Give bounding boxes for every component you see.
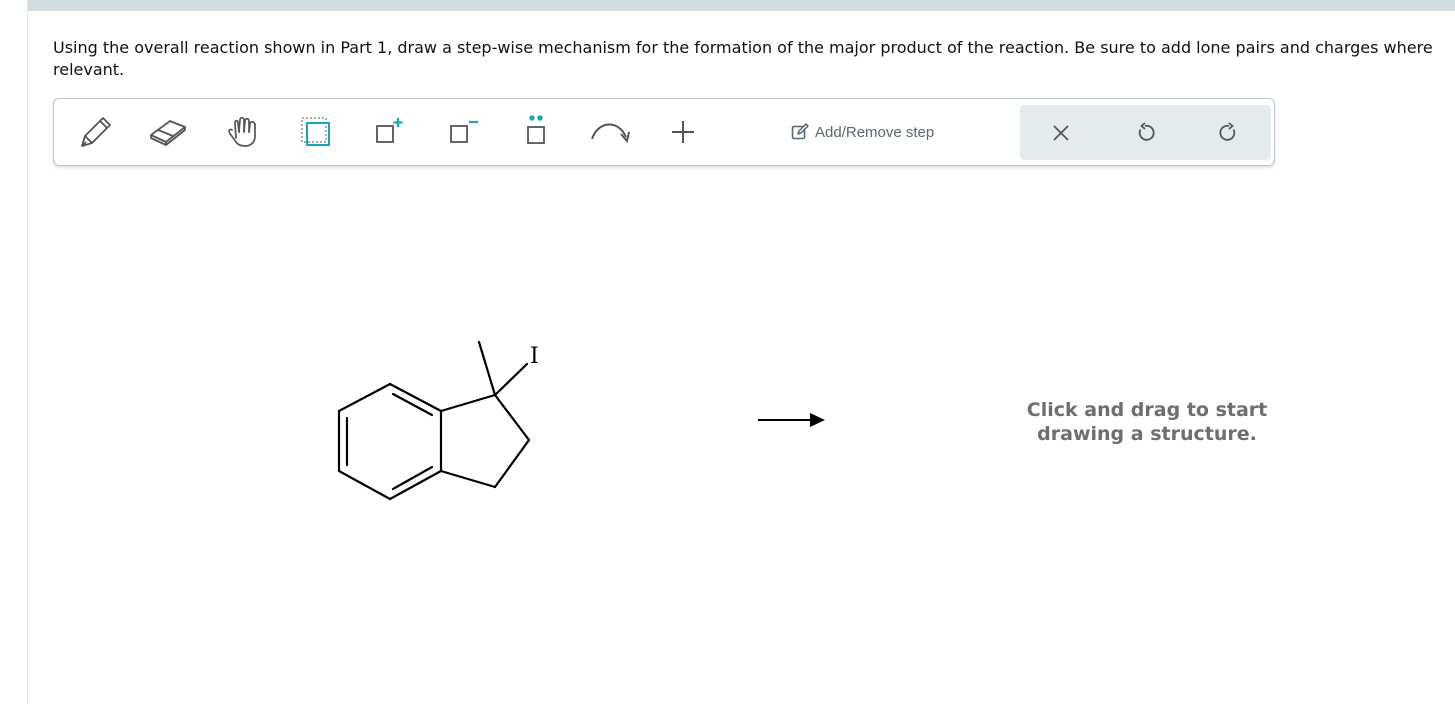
methyl-bond	[477, 340, 497, 397]
iodine-bond	[493, 362, 529, 397]
bond	[493, 438, 531, 489]
drawing-canvas[interactable]: I	[0, 0, 1455, 704]
reactant-structure	[337, 340, 531, 501]
bond	[337, 469, 392, 501]
bond	[493, 393, 531, 442]
canvas-hint: Click and drag to start drawing a struct…	[1026, 399, 1268, 445]
bond	[337, 382, 392, 413]
bond	[439, 393, 497, 413]
bond	[439, 469, 497, 489]
reaction-arrow	[758, 413, 825, 427]
iodine-atom-label: I	[530, 344, 539, 369]
